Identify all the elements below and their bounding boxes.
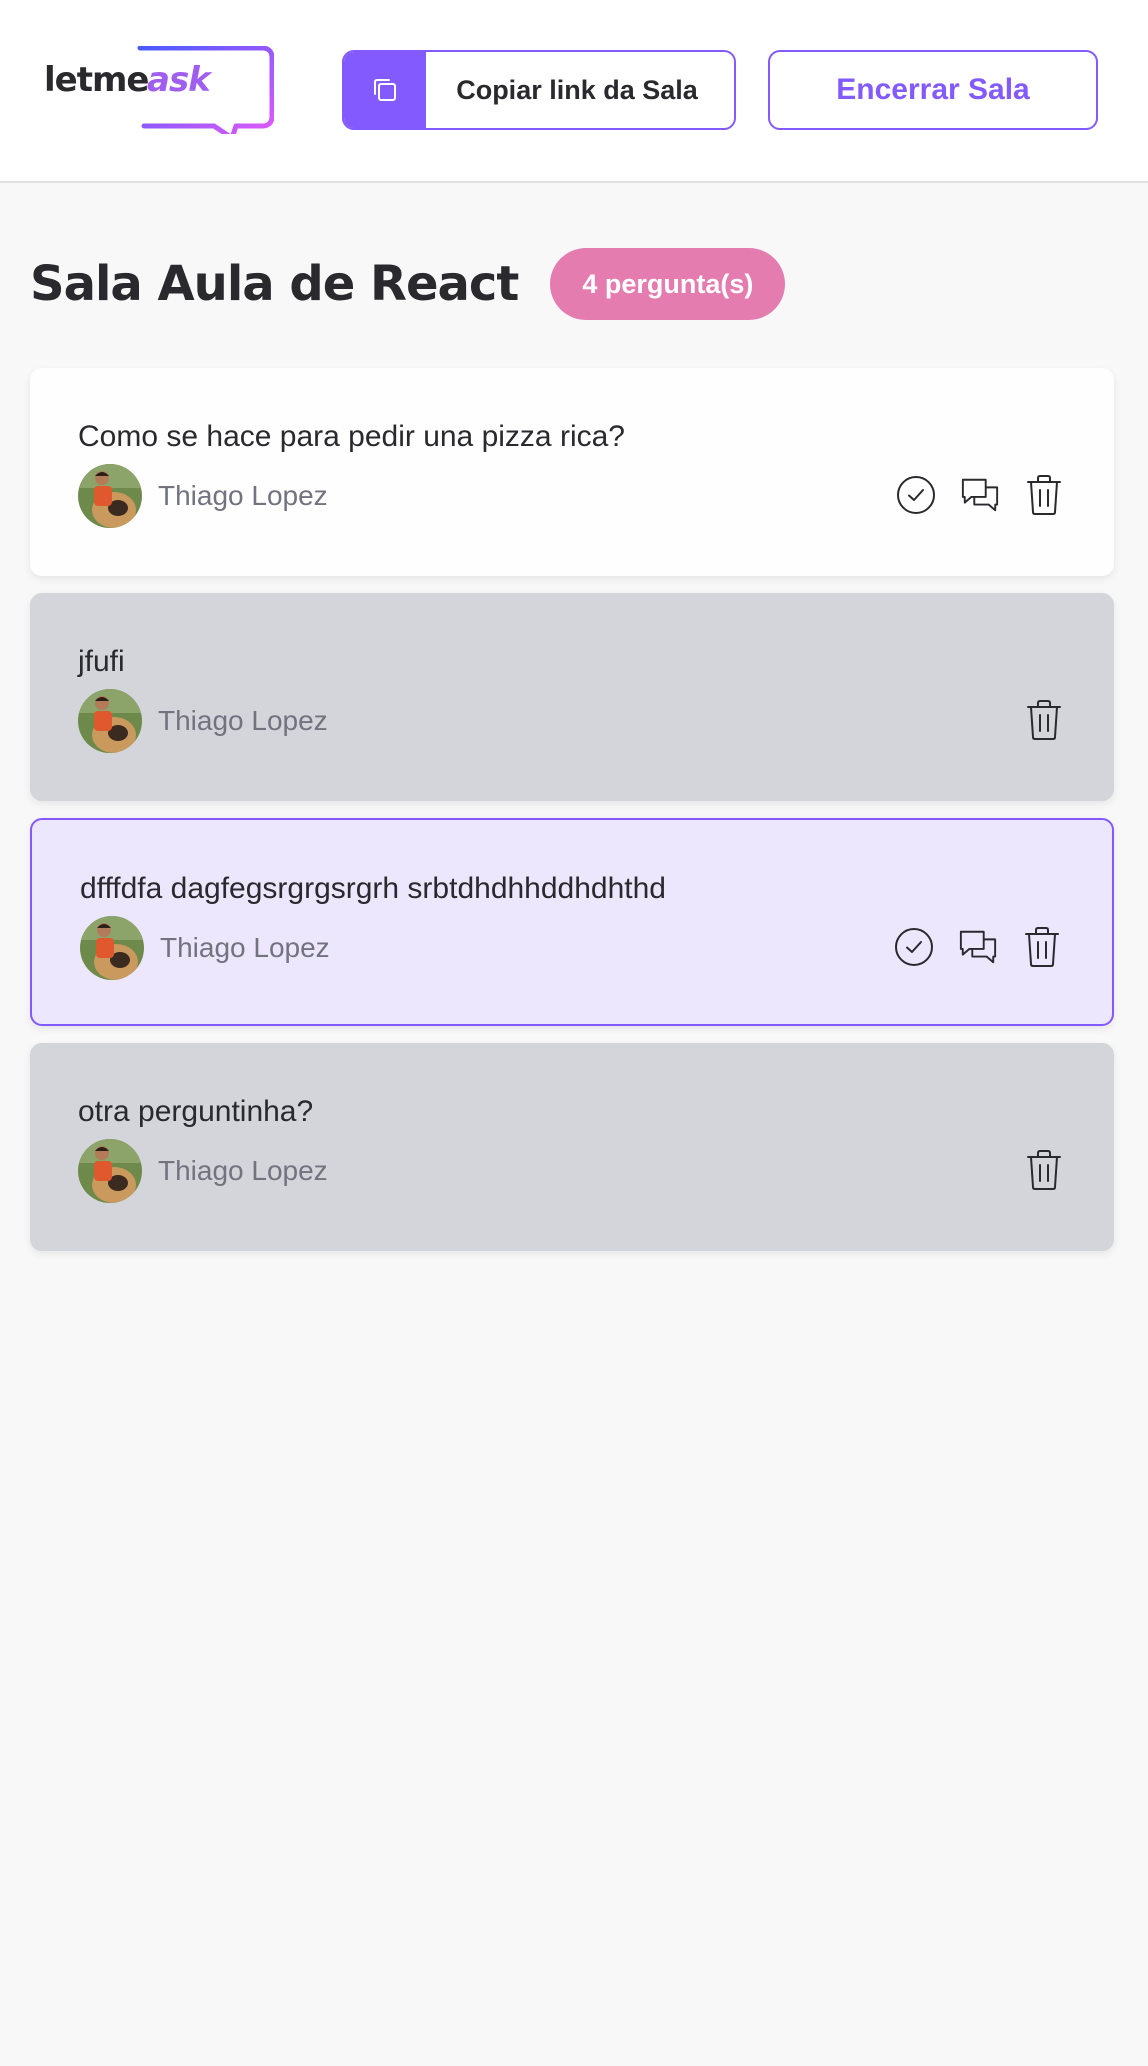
question-content: jfufi — [78, 645, 125, 678]
letmeask-logo[interactable]: letme ask — [44, 46, 274, 134]
copy-room-link-label: Copiar link da Sala — [456, 74, 698, 105]
question-content: otra perguntinha? — [78, 1095, 314, 1128]
check-icon — [895, 928, 933, 966]
question-list: Como se hace para pedir una pizza rica? … — [30, 368, 1114, 1268]
question-actions — [1024, 1149, 1064, 1191]
question-actions — [896, 474, 1064, 516]
trash-icon — [1027, 1150, 1061, 1190]
question-card-answered: jfufi Thiago Lopez — [30, 593, 1114, 801]
avatar — [80, 916, 144, 980]
highlight-question-button[interactable] — [960, 474, 1000, 516]
trash-icon — [1025, 927, 1059, 967]
copy-room-link-button[interactable]: Copiar link da Sala — [342, 50, 736, 130]
question-card-answered: otra perguntinha? Thiago Lopez — [30, 1043, 1114, 1251]
room-title: Sala Aula de React — [30, 256, 519, 312]
author-name: Thiago Lopez — [158, 1155, 328, 1186]
question-count-badge: 4 pergunta(s) — [550, 248, 786, 320]
avatar — [78, 689, 142, 753]
chat-icon — [961, 478, 999, 512]
delete-question-button[interactable] — [1024, 1149, 1064, 1191]
delete-question-button[interactable] — [1022, 926, 1062, 968]
room-title-row: Sala Aula de React 4 pergunta(s) — [30, 248, 786, 320]
highlight-question-button[interactable] — [958, 926, 998, 968]
question-actions — [1024, 699, 1064, 741]
delete-question-button[interactable] — [1024, 699, 1064, 741]
trash-icon — [1027, 475, 1061, 515]
question-author: Thiago Lopez — [80, 916, 330, 980]
copy-icon-box — [344, 52, 426, 128]
trash-icon — [1027, 700, 1061, 740]
avatar — [78, 464, 142, 528]
question-author: Thiago Lopez — [78, 689, 328, 753]
question-content: dfffdfa dagfegsrgrgsrgrh srbtdhdhhddhdht… — [80, 872, 666, 905]
question-content: Como se hace para pedir una pizza rica? — [78, 420, 625, 453]
delete-question-button[interactable] — [1024, 474, 1064, 516]
check-question-button[interactable] — [894, 926, 934, 968]
logo-ask-text: ask — [147, 60, 211, 100]
question-author: Thiago Lopez — [78, 1139, 328, 1203]
question-card-highlighted: dfffdfa dagfegsrgrgsrgrh srbtdhdhhddhdht… — [30, 818, 1114, 1026]
page-header: letme ask Copiar link da Sala Encerrar S… — [0, 0, 1148, 183]
author-name: Thiago Lopez — [158, 705, 328, 736]
avatar — [78, 1139, 142, 1203]
author-name: Thiago Lopez — [158, 480, 328, 511]
check-question-button[interactable] — [896, 474, 936, 516]
copy-icon — [374, 79, 396, 101]
question-card: Como se hace para pedir una pizza rica? … — [30, 368, 1114, 576]
question-author: Thiago Lopez — [78, 464, 328, 528]
chat-icon — [959, 930, 997, 964]
close-room-button[interactable]: Encerrar Sala — [768, 50, 1098, 130]
question-actions — [894, 926, 1062, 968]
author-name: Thiago Lopez — [160, 932, 330, 963]
check-icon — [897, 476, 935, 514]
